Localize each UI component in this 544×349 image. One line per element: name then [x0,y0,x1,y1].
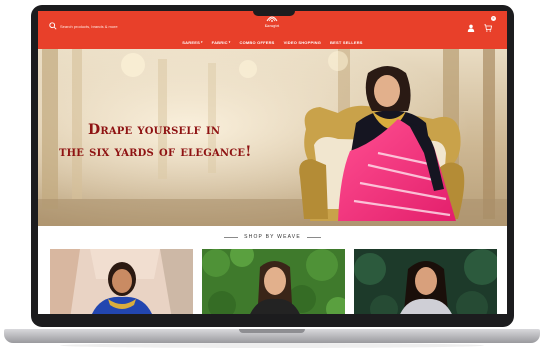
search-bar[interactable]: Search products, brands & more [49,20,169,32]
laptop-shadow [60,343,484,348]
chevron-down-icon: ▾ [228,40,231,44]
hero-headline-line-2: the six yards of elegance! [59,144,252,160]
heading-divider [306,236,321,238]
hero-headline-line-1: Drape yourself in [88,122,221,138]
nav-item-combo-offers[interactable]: COMBO OFFERS [239,37,274,47]
cart-count-badge: 0 [491,16,496,21]
user-icon [467,24,475,32]
weave-category-card-1[interactable] [50,249,193,314]
search-icon[interactable] [49,22,57,30]
search-input[interactable]: Search products, brands & more [60,24,118,29]
category-image [354,249,497,314]
brand-logo-icon [266,16,278,22]
cart-icon [484,24,493,32]
cart-button[interactable]: 0 [484,16,496,32]
brand-name: Karagiri [264,24,280,28]
weave-category-card-2[interactable] [202,249,345,314]
section-heading-shop-by-weave: SHOP BY WEAVE [38,232,507,242]
site-header: Search products, brands & more Karagiri [38,11,507,49]
category-image [202,249,345,314]
heading-divider [224,236,239,238]
hero-banner[interactable]: Drape yourself in the six yards of elega… [38,49,507,226]
weave-category-card-3[interactable] [354,249,497,314]
nav-item-sarees[interactable]: SAREES ▾ [182,37,202,47]
chevron-down-icon: ▾ [200,40,203,44]
brand-logo[interactable]: Karagiri [254,15,290,33]
category-image [50,249,193,314]
nav-item-fabric[interactable]: FABRIC ▾ [212,37,231,47]
nav-item-video-shopping[interactable]: VIDEO SHOPPING [284,37,321,47]
camera-notch [253,7,295,16]
header-actions: 0 [467,16,496,32]
account-button[interactable] [467,19,475,32]
nav-item-best-sellers[interactable]: BEST SELLERS [330,37,363,47]
section-title: SHOP BY WEAVE [244,234,301,240]
laptop-base [4,329,540,343]
laptop-base-groove [239,329,305,333]
main-nav: SAREES ▾ FABRIC ▾ COMBO OFFERS VIDEO SHO… [38,37,507,47]
laptop-screen: Search products, brands & more Karagiri [38,11,507,314]
